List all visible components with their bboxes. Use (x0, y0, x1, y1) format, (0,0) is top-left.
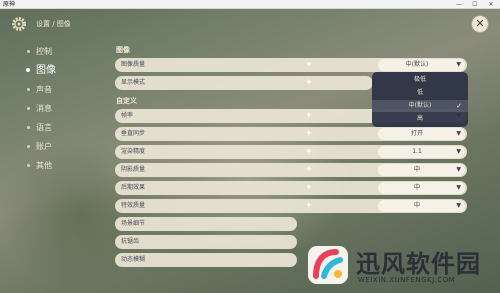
breadcrumb: 设置 / 图像 (36, 20, 71, 28)
watermark-logo-icon (308, 246, 348, 284)
bullet-icon (27, 145, 30, 148)
dropdown-option-low[interactable]: 低 (372, 87, 468, 99)
section-title-custom: 自定义 (116, 97, 137, 105)
setting-value: 中 (413, 166, 420, 173)
nav-item-other[interactable]: 其他 (24, 156, 104, 175)
nav-item-audio[interactable]: 声音 (24, 80, 104, 99)
setting-label: 图像质量 (121, 61, 146, 68)
window-title: 原神 (3, 1, 16, 8)
minimize-button[interactable]: — (452, 0, 466, 9)
setting-row-vsync[interactable]: 垂直同步 ✦ 打开 ▼ (115, 127, 467, 141)
setting-label: 后期效果 (121, 184, 146, 191)
settings-close-button[interactable]: ✕ (471, 15, 489, 33)
setting-select[interactable]: 中 ▼ (378, 200, 465, 212)
section-title-graphics: 图像 (116, 46, 130, 54)
bullet-icon (27, 50, 30, 53)
watermark-name: 迅风软件园 (356, 250, 481, 278)
chevron-down-icon: ▼ (456, 148, 461, 155)
setting-label: 阴影质量 (121, 166, 146, 173)
nav-item-label: 消息 (36, 104, 52, 113)
dropdown-option-medium[interactable]: 中(默认) ✓ (372, 100, 468, 112)
setting-row-graphics-quality[interactable]: 图像质量 ✦ 中(默认) ▼ (115, 58, 467, 72)
setting-select[interactable]: 中 ▼ (378, 182, 465, 194)
sparkle-icon: ✦ (305, 183, 313, 193)
setting-row-post-processing[interactable]: 后期效果 ✦ 中 ▼ (115, 181, 467, 195)
setting-row-anti-aliasing[interactable]: 抗锯齿 (115, 235, 297, 249)
setting-row-render-resolution[interactable]: 渲染精度 ✦ 1.1 ▼ (115, 145, 467, 159)
nav-item-label: 语言 (36, 123, 52, 132)
setting-row-scene-detail[interactable]: 场景细节 (115, 217, 297, 231)
nav-item-label: 控制 (36, 47, 52, 56)
gear-icon (11, 16, 27, 32)
setting-value: 中(默认) (405, 61, 429, 68)
chevron-down-icon: ▼ (456, 130, 461, 137)
setting-label: 垂直同步 (121, 130, 146, 137)
dropdown-option-high[interactable]: 高 (372, 113, 468, 125)
nav-item-label: 账户 (36, 142, 52, 151)
watermark-url: WEIXIN.XUNFENGKJ.COM (358, 276, 456, 284)
setting-label: 抗锯齿 (121, 238, 140, 245)
setting-label: 显示模式 (121, 79, 146, 86)
watermark: 迅风软件园 WEIXIN.XUNFENGKJ.COM (300, 240, 500, 293)
bullet-icon (27, 126, 30, 129)
setting-label: 动态模糊 (121, 256, 146, 263)
dropdown-option-label: 中(默认) (408, 102, 432, 109)
setting-row-effects-quality[interactable]: 特效质量 ✦ 中 ▼ (115, 199, 467, 213)
sparkle-icon: ✦ (305, 60, 313, 70)
maximize-button[interactable]: ☐ (468, 0, 482, 9)
sparkle-icon: ✦ (305, 201, 313, 211)
setting-row-shadow-quality[interactable]: 阴影质量 ✦ 中 ▼ (115, 163, 467, 177)
setting-value: 中 (413, 202, 420, 209)
dropdown-option-lowest[interactable]: 极低 (372, 74, 468, 86)
nav-item-language[interactable]: 语言 (24, 118, 104, 137)
sparkle-icon: ✦ (305, 165, 313, 175)
setting-value: 1.1 (412, 148, 422, 155)
window-titlebar: 原神 — ☐ ✕ (0, 0, 500, 9)
setting-label: 场景细节 (121, 220, 146, 227)
setting-row-display-mode[interactable]: 显示模式 ✦ (115, 76, 373, 90)
sparkle-icon: ✦ (305, 129, 313, 139)
check-icon: ✓ (456, 102, 462, 110)
bullet-icon (27, 107, 30, 110)
nav-item-controls[interactable]: 控制 (24, 42, 104, 61)
chevron-down-icon: ▼ (456, 184, 461, 191)
sparkle-icon: ✦ (305, 111, 313, 121)
nav-item-label: 其他 (36, 161, 52, 170)
bullet-icon (27, 88, 30, 91)
bullet-icon (26, 68, 30, 72)
setting-value: 中 (413, 184, 420, 191)
chevron-down-icon: ▼ (456, 61, 461, 68)
sparkle-icon: ✦ (305, 147, 313, 157)
setting-select[interactable]: 打开 ▼ (378, 128, 465, 140)
setting-select[interactable]: 中 ▼ (378, 164, 465, 176)
setting-value: 打开 (410, 130, 423, 137)
nav-item-label: 声音 (36, 85, 52, 94)
chevron-down-icon: ▼ (456, 166, 461, 173)
setting-label: 帧率 (121, 112, 134, 119)
nav-item-messages[interactable]: 消息 (24, 99, 104, 118)
nav-item-graphics[interactable]: 图像 (24, 61, 104, 80)
graphics-quality-dropdown: 极低 低 中(默认) ✓ 高 (372, 72, 468, 127)
bullet-icon (27, 164, 30, 167)
nav-item-label: 图像 (36, 65, 56, 76)
window-close-button[interactable]: ✕ (484, 0, 498, 9)
nav-item-account[interactable]: 账户 (24, 137, 104, 156)
chevron-down-icon: ▼ (456, 202, 461, 209)
settings-nav: 控制 图像 声音 消息 语言 账户 其他 (24, 42, 104, 175)
setting-select[interactable]: 1.1 ▼ (378, 146, 465, 158)
setting-row-motion-blur[interactable]: 动态模糊 (115, 253, 297, 267)
setting-select[interactable]: 中(默认) ▼ (378, 59, 465, 71)
sparkle-icon: ✦ (305, 78, 313, 88)
setting-label: 渲染精度 (121, 148, 146, 155)
setting-label: 特效质量 (121, 202, 146, 209)
